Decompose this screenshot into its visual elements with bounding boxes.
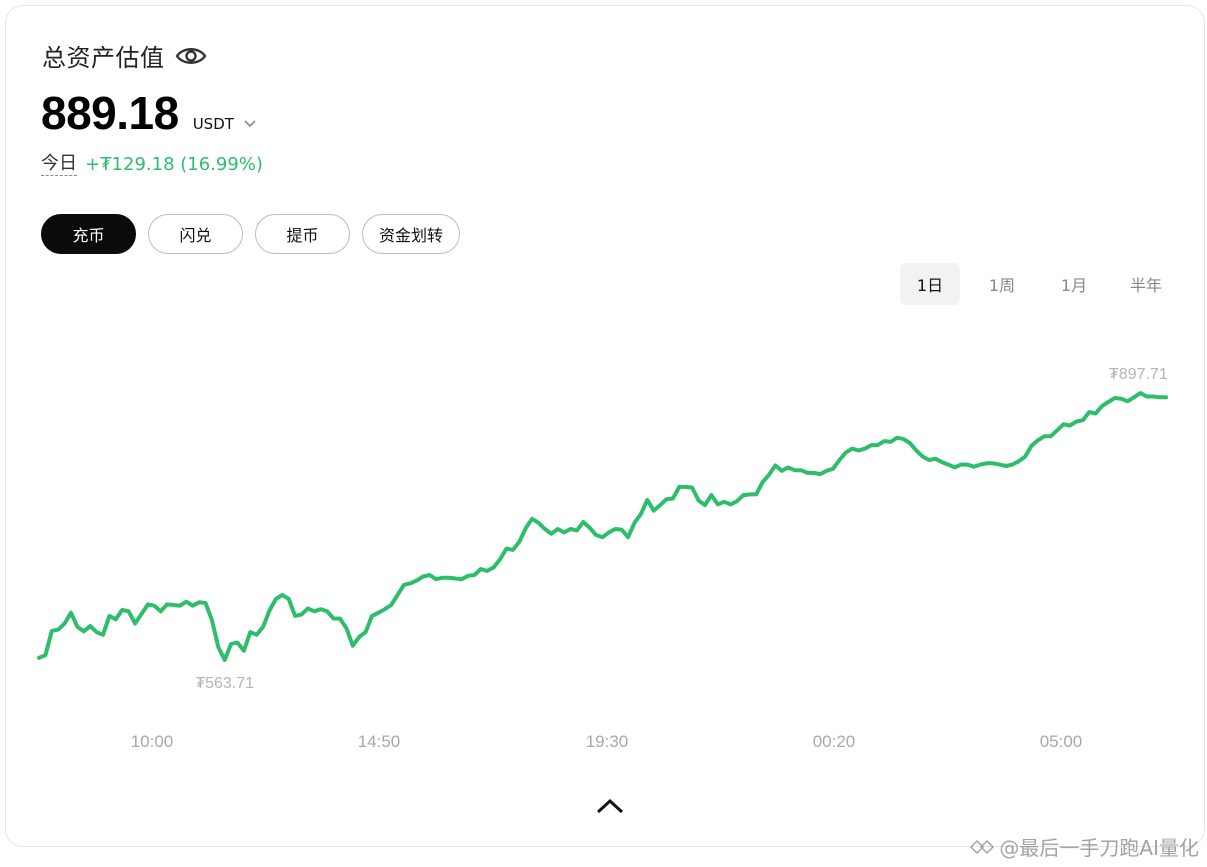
deposit-button[interactable]: 充币 [41,214,136,254]
tab-1m[interactable]: 1月 [1044,263,1104,305]
page-title: 总资产估值 [42,44,165,72]
tab-1d[interactable]: 1日 [900,263,960,305]
max-value-label: ₮897.71 [1109,366,1168,383]
today-change: +₮129.18 (16.99%) [85,154,263,175]
diamond-logo-icon [970,839,995,854]
withdraw-button[interactable]: 提币 [255,214,350,254]
action-buttons: 充币 闪兑 提币 资金划转 [41,214,460,254]
x-tick-label: 00:20 [813,732,856,751]
convert-button[interactable]: 闪兑 [148,214,243,254]
total-value-row: 889.18 USDT [41,86,256,140]
min-value-label: ₮563.71 [195,675,254,692]
eye-icon[interactable] [175,45,207,67]
chevron-up-icon[interactable] [594,796,626,818]
asset-line-chart: ₮563.71 ₮897.71 10:00 14:50 19:30 00:20 05:00 [37,366,1168,751]
transfer-button[interactable]: 资金划转 [362,214,460,254]
x-tick-label: 05:00 [1040,732,1083,751]
chevron-down-icon [244,120,256,128]
currency-select[interactable]: USDT [193,115,256,133]
watermark-text: @最后一手刀跑AI量化 [999,836,1199,860]
asset-card: 总资产估值 889.18 USDT 今日 +₮129.18 (16.99%) 充… [5,5,1205,847]
tab-6m[interactable]: 半年 [1116,263,1176,305]
x-tick-label: 10:00 [131,732,174,751]
tab-1w[interactable]: 1周 [972,263,1032,305]
series-line [37,391,1168,662]
title-row: 总资产估值 [42,38,207,73]
x-tick-label: 14:50 [358,732,401,751]
today-pnl-row: 今日 +₮129.18 (16.99%) [41,153,263,176]
today-label[interactable]: 今日 [41,153,77,176]
range-tabs: 1日 1周 1月 半年 [900,263,1176,305]
currency-label: USDT [192,115,234,133]
watermark: @最后一手刀跑AI量化 [969,832,1199,861]
total-value: 889.18 [41,87,179,139]
x-tick-label: 19:30 [586,732,629,751]
